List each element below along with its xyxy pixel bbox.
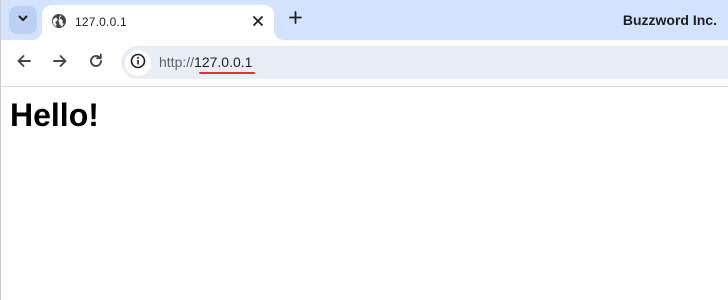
- tab-title: 127.0.0.1: [75, 15, 127, 29]
- url-host: 127.0.0.1: [194, 54, 253, 70]
- close-icon[interactable]: [250, 13, 266, 29]
- forward-button[interactable]: [48, 51, 72, 75]
- tab-strip: 127.0.0.1 Buzzword Inc.: [1, 0, 728, 40]
- new-tab-button[interactable]: [283, 8, 307, 32]
- url-highlight-underline: [199, 72, 255, 74]
- arrow-right-icon: [52, 53, 68, 74]
- page-heading: Hello!: [10, 97, 99, 133]
- address-bar[interactable]: http://127.0.0.1: [121, 46, 728, 79]
- reload-icon: [88, 53, 104, 74]
- info-icon: [130, 53, 146, 74]
- reload-button[interactable]: [84, 51, 108, 75]
- globe-icon: [51, 13, 67, 29]
- url-text[interactable]: http://127.0.0.1: [159, 54, 252, 70]
- site-info-button[interactable]: [125, 50, 151, 76]
- plus-icon: [288, 11, 302, 29]
- tab-active[interactable]: 127.0.0.1: [42, 5, 274, 40]
- arrow-left-icon: [16, 53, 32, 74]
- toolbar: http://127.0.0.1: [1, 40, 728, 87]
- chevron-down-icon: [17, 11, 29, 29]
- back-button[interactable]: [12, 51, 36, 75]
- page-content: Hello!: [1, 87, 728, 300]
- url-scheme: http://: [159, 54, 195, 70]
- profile-brand-label: Buzzword Inc.: [622, 12, 717, 28]
